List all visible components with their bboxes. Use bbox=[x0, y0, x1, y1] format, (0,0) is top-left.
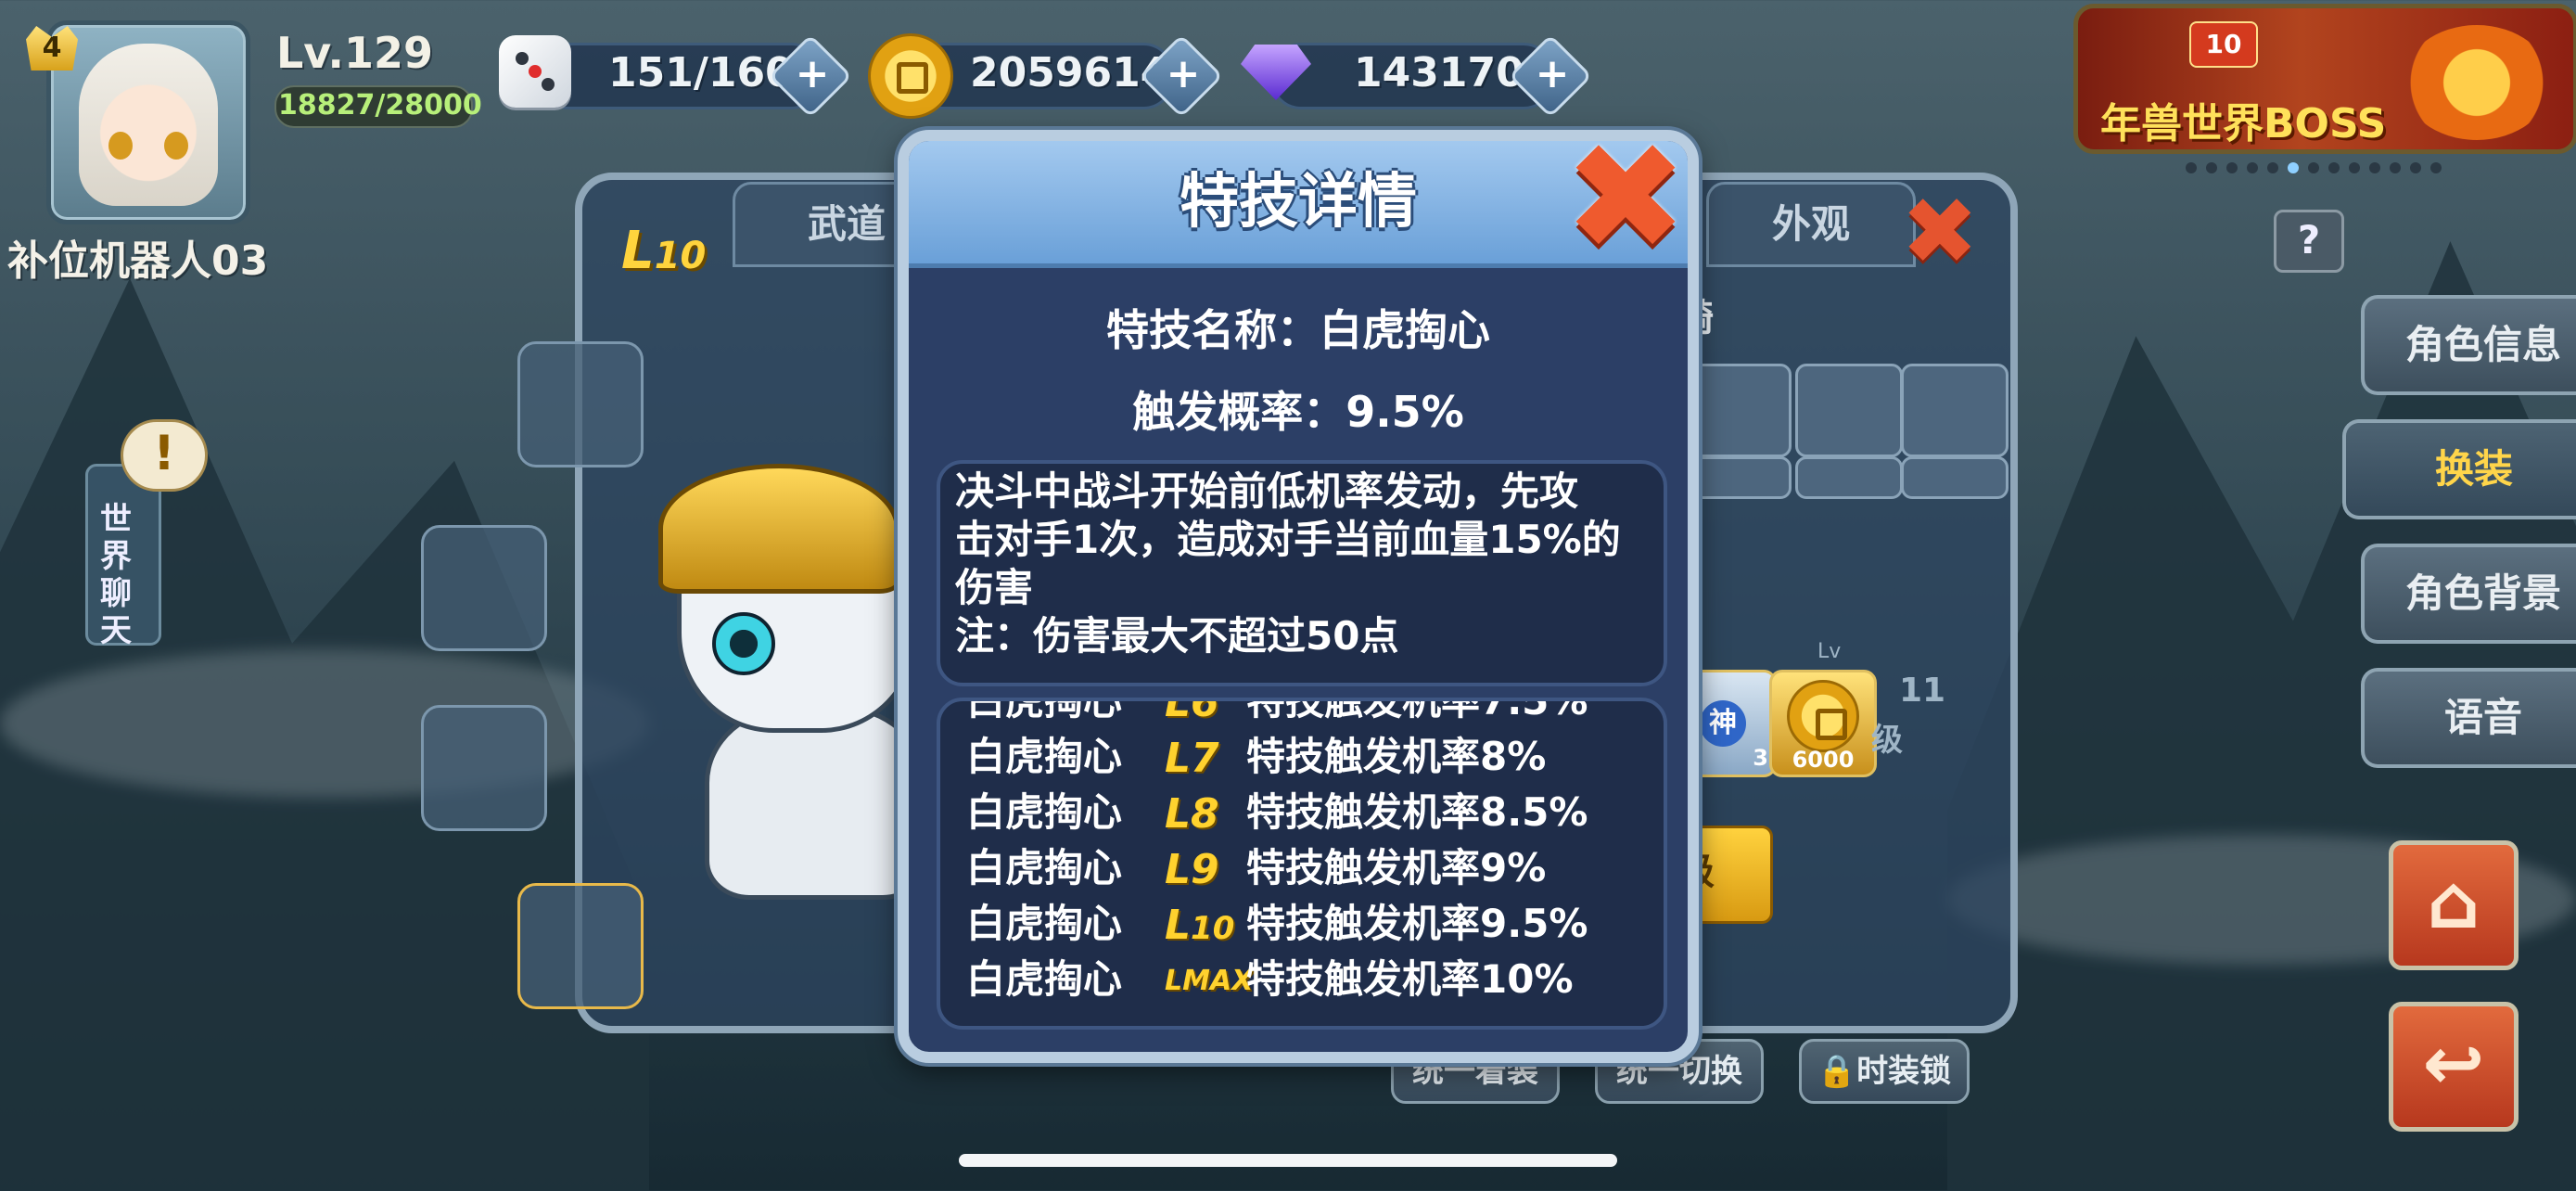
level-row-skill: 白虎掏心 bbox=[966, 956, 1123, 1002]
level-row-effect: 特技触发机率8% bbox=[1246, 734, 1547, 779]
description-note: 注：伤害最大不超过50点 bbox=[955, 613, 1399, 659]
level-row-badge: L6 bbox=[1165, 698, 1219, 731]
level-row: 白虎掏心 L10 特技触发机率9.5% bbox=[966, 896, 1652, 952]
level-row: 白虎掏心 L8 特技触发机率8.5% bbox=[966, 785, 1652, 840]
outfit-thumb[interactable] bbox=[1901, 364, 2009, 457]
nian-beast-icon bbox=[2403, 25, 2551, 140]
home-indicator[interactable] bbox=[959, 1154, 1617, 1167]
panel-close-icon[interactable]: ✖ bbox=[1901, 186, 1979, 278]
level-row-effect: 特技触发机率9.5% bbox=[1246, 901, 1588, 946]
level-number: MAX bbox=[1182, 965, 1254, 997]
home-button[interactable]: ⌂ bbox=[2389, 840, 2519, 970]
help-button[interactable]: ? bbox=[2274, 210, 2344, 273]
level-row-badge: L7 bbox=[1165, 735, 1219, 782]
player-avatar[interactable] bbox=[46, 20, 250, 224]
player-name: 补位机器人03 bbox=[7, 237, 269, 285]
tiger-helmet bbox=[658, 464, 899, 594]
chat-alert-icon[interactable]: ! bbox=[121, 419, 208, 492]
return-icon: ↩ bbox=[2422, 1020, 2485, 1107]
level-row-badge: LMAX bbox=[1165, 965, 1254, 997]
stamina-value: 151/160 bbox=[608, 49, 794, 96]
coin-value: 2059614 bbox=[970, 49, 1169, 96]
outfit-lock-label: 时装锁 bbox=[1856, 1053, 1952, 1090]
skill-name-line: 特技名称：白虎掏心 bbox=[1106, 305, 1490, 355]
level-row: 白虎掏心 LMAX 特技触发机率10% bbox=[966, 952, 1652, 1007]
level-row-skill: 白虎掏心 bbox=[966, 734, 1123, 779]
level-row-skill: 白虎掏心 bbox=[966, 901, 1123, 946]
equip-slot-selected[interactable] bbox=[517, 883, 644, 1009]
coin-icon bbox=[1787, 680, 1859, 752]
description-line: 伤害 bbox=[955, 565, 1034, 610]
divine-item-count: 3 bbox=[1753, 745, 1768, 771]
tab-appearance[interactable]: 外观 bbox=[1706, 182, 1916, 267]
gem-value: 143170 bbox=[1354, 49, 1524, 96]
level-row-badge: L10 bbox=[1165, 902, 1235, 949]
skill-description: 决斗中战斗开始前低机率发动，先攻 击对手1次，造成对手当前血量15%的 伤害 注… bbox=[955, 467, 1660, 660]
divine-item-label: 神 bbox=[1700, 700, 1746, 747]
tab-voice[interactable]: 语音 bbox=[2361, 668, 2576, 768]
tab-role-background[interactable]: 角色背景 bbox=[2361, 544, 2576, 644]
description-line: 击对手1次，造成对手当前血量15%的 bbox=[955, 517, 1621, 562]
trigger-rate-line: 触发概率：9.5% bbox=[1132, 387, 1464, 437]
equip-slot[interactable] bbox=[517, 341, 644, 467]
level-number: 9 bbox=[1191, 846, 1219, 893]
outfit-thumb[interactable] bbox=[1795, 456, 1903, 499]
lock-icon: 🔒 bbox=[1817, 1053, 1857, 1090]
dice-icon bbox=[499, 35, 571, 108]
outfit-lock-button[interactable]: 🔒时装锁 bbox=[1799, 1039, 1970, 1104]
avatar-face bbox=[79, 44, 218, 206]
outfit-thumb[interactable] bbox=[1795, 364, 1903, 457]
skill-level-list[interactable]: 白虎掏心 L6 特技触发机率7.5% 白虎掏心 L7 特技触发机率8% 白虎掏心… bbox=[937, 698, 1667, 1030]
boss-banner-text: 年兽世界BOSS bbox=[2100, 100, 2387, 147]
level-number: 8 bbox=[1191, 790, 1219, 838]
player-level: Lv.129 bbox=[276, 28, 434, 78]
level-number: 7 bbox=[1191, 735, 1219, 782]
avatar-eye bbox=[164, 132, 188, 160]
level-row-skill: 白虎掏心 bbox=[966, 698, 1123, 724]
coin-icon bbox=[868, 33, 953, 119]
outfit-thumb[interactable] bbox=[1684, 364, 1792, 457]
tab-role-info[interactable]: 角色信息 bbox=[2361, 295, 2576, 395]
level-row: 白虎掏心 L7 特技触发机率8% bbox=[966, 729, 1652, 785]
level-row-skill: 白虎掏心 bbox=[966, 845, 1123, 890]
back-button[interactable]: ↩ bbox=[2389, 1002, 2519, 1132]
level-row-effect: 特技触发机率10% bbox=[1246, 956, 1574, 1002]
outfit-thumb[interactable] bbox=[1901, 456, 2009, 499]
level-row-effect: 特技触发机率7.5% bbox=[1246, 698, 1588, 724]
lv-label: Lv bbox=[1817, 640, 1842, 663]
modal-close-icon[interactable]: ✖ bbox=[1563, 123, 1688, 272]
equip-slot[interactable] bbox=[421, 705, 547, 831]
pet-level-badge: L10 bbox=[621, 221, 707, 281]
boss-badge: 10 bbox=[2189, 21, 2258, 68]
tiger-body bbox=[705, 705, 927, 900]
avatar-eye bbox=[108, 132, 133, 160]
world-chat-label: 世界聊天 bbox=[100, 501, 132, 649]
level-number: 6 bbox=[1191, 698, 1219, 726]
home-icon: ⌂ bbox=[2427, 859, 2480, 945]
equip-slot[interactable] bbox=[421, 525, 547, 651]
banner-pager-dots bbox=[2181, 160, 2446, 177]
grade-label: 级 bbox=[1871, 722, 1903, 759]
level-row-skill: 白虎掏心 bbox=[966, 789, 1123, 835]
exp-text: 18827/28000 bbox=[278, 89, 482, 122]
coin-item[interactable]: 6000 bbox=[1769, 670, 1877, 777]
level-row-effect: 特技触发机率8.5% bbox=[1246, 789, 1588, 835]
outfit-thumb[interactable] bbox=[1684, 456, 1792, 499]
level-row-badge: L8 bbox=[1165, 790, 1219, 838]
world-boss-banner[interactable]: 10 年兽世界BOSS bbox=[2073, 4, 2576, 154]
level-row: 白虎掏心 L6 特技触发机率7.5% bbox=[966, 698, 1652, 731]
level-row: 白虎掏心 L9 特技触发机率9% bbox=[966, 840, 1652, 896]
level-row-badge: L9 bbox=[1165, 846, 1219, 893]
pet-level-number: 10 bbox=[654, 235, 707, 277]
tab-outfit[interactable]: 换装 bbox=[2342, 419, 2576, 519]
tiger-eye bbox=[712, 612, 775, 675]
level-number: 10 bbox=[1191, 910, 1235, 947]
coin-item-count: 6000 bbox=[1792, 747, 1855, 773]
description-line: 决斗中战斗开始前低机率发动，先攻 bbox=[955, 468, 1579, 514]
level-row-effect: 特技触发机率9% bbox=[1246, 845, 1547, 890]
skill-detail-modal: 特技详情 ✖ 特技名称：白虎掏心 触发概率：9.5% 决斗中战斗开始前低机率发动… bbox=[898, 123, 1699, 1063]
level-info-partial: 11 bbox=[1899, 672, 1946, 710]
